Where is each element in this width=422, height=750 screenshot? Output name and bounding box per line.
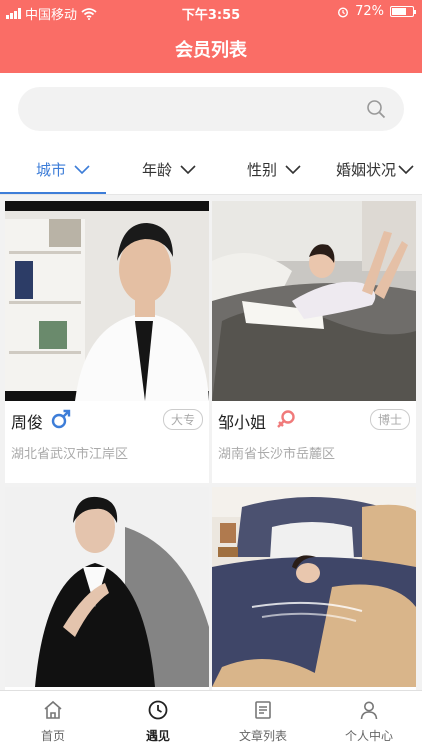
filter-marital-label: 婚姻状况 [336, 161, 397, 179]
member-photo[interactable] [5, 201, 209, 401]
tab-articles-label: 文章列表 [238, 729, 287, 743]
member-info: 邹小姐 博士 湖南省长沙市岳麓区 [212, 401, 416, 462]
education-badge: 大专 [162, 409, 203, 430]
chevron-down-icon [180, 164, 196, 174]
status-bar: 中国移动 下午3:55 72% [0, 0, 422, 24]
member-card[interactable]: 周俊 大专 湖北省武汉市江岸区 [5, 201, 209, 483]
battery-percent: 72% [355, 4, 384, 19]
battery-icon [390, 6, 416, 17]
document-icon [255, 701, 271, 719]
filter-bar: 城市 年龄 性别 婚姻状况 [0, 145, 422, 195]
search-input[interactable] [34, 87, 364, 131]
member-card[interactable] [212, 487, 416, 690]
search-bar[interactable] [18, 87, 404, 131]
member-card[interactable] [5, 487, 209, 690]
tab-meet[interactable]: 遇见 [105, 691, 211, 750]
filter-gender[interactable]: 性别 [247, 159, 301, 180]
member-name: 邹小姐 [218, 413, 267, 432]
tab-profile-label: 个人中心 [344, 729, 393, 743]
alarm-icon [338, 6, 349, 18]
male-icon [51, 409, 71, 429]
member-photo[interactable] [5, 487, 209, 687]
person-icon [360, 701, 378, 720]
member-location: 湖南省长沙市岳麓区 [218, 447, 336, 462]
education-badge: 博士 [369, 409, 410, 430]
filter-age-label: 年龄 [142, 161, 173, 179]
filter-gender-label: 性别 [247, 161, 278, 179]
search-section [0, 73, 422, 145]
chevron-down-icon [398, 164, 414, 174]
search-icon[interactable] [366, 99, 386, 119]
chevron-down-icon [285, 164, 301, 174]
filter-marital-status[interactable]: 婚姻状况 [336, 159, 414, 180]
filter-age[interactable]: 年龄 [142, 159, 196, 180]
filter-city-label: 城市 [36, 161, 67, 179]
tab-profile[interactable]: 个人中心 [316, 691, 422, 750]
chevron-down-icon [74, 164, 90, 174]
member-photo[interactable] [212, 487, 416, 687]
bottom-tab-bar: 首页 遇见 文章列表 个人中心 [0, 690, 422, 750]
page-title: 会员列表 [175, 40, 247, 61]
clock-icon [148, 700, 168, 720]
female-icon [277, 410, 295, 428]
tab-home[interactable]: 首页 [0, 691, 106, 750]
status-right: 72% [337, 4, 416, 19]
filter-city[interactable]: 城市 [36, 159, 90, 180]
home-icon [44, 700, 62, 719]
top-bar: 中国移动 下午3:55 72% 会员列表 [0, 0, 422, 73]
member-grid: 周俊 大专 湖北省武汉市江岸区 邹小姐 博士 湖南省长沙市岳麓区 [0, 195, 422, 690]
member-card[interactable]: 邹小姐 博士 湖南省长沙市岳麓区 [212, 201, 416, 483]
member-info: 周俊 大专 湖北省武汉市江岸区 [5, 401, 209, 462]
member-location: 湖北省武汉市江岸区 [11, 447, 129, 462]
active-filter-indicator [0, 192, 106, 194]
tab-meet-label: 遇见 [145, 729, 170, 743]
tab-articles[interactable]: 文章列表 [210, 691, 316, 750]
tab-home-label: 首页 [40, 729, 65, 743]
member-photo[interactable] [212, 201, 416, 401]
member-name: 周俊 [11, 413, 44, 432]
